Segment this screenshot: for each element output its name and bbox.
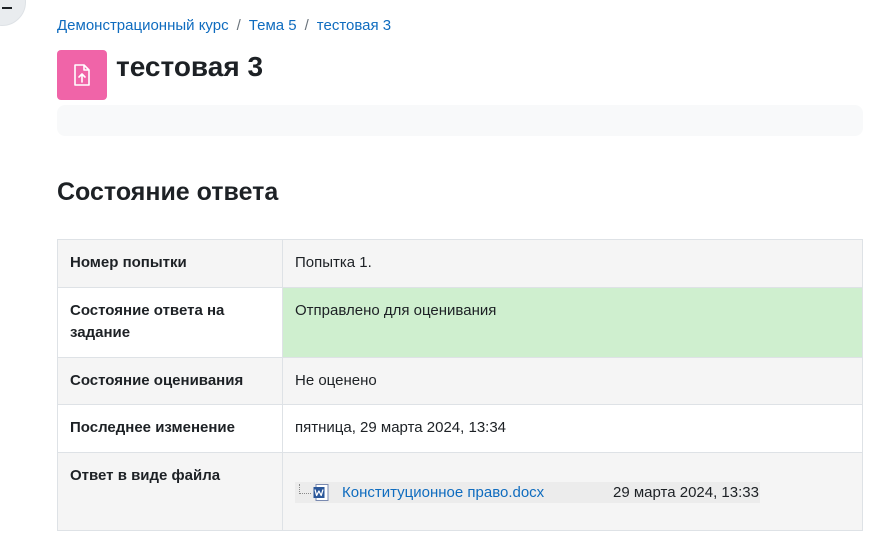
table-row: Состояние ответа на задание Отправлено д…	[57, 287, 863, 358]
minus-icon	[2, 7, 12, 9]
activity-header-bar	[57, 105, 863, 136]
file-tree-item: Конституционное право.docx 29 марта 2024…	[295, 482, 760, 503]
file-submission-label: Ответ в виде файла	[57, 452, 283, 531]
table-row: Ответ в виде файла Конституционное право…	[57, 452, 863, 531]
breadcrumb-section-link[interactable]: Тема 5	[249, 17, 297, 34]
submission-status-value: Отправлено для оценивания	[282, 287, 863, 358]
table-row: Номер попытки Попытка 1.	[57, 239, 863, 288]
table-row: Состояние оценивания Не оценено	[57, 357, 863, 405]
grading-status-value: Не оценено	[282, 357, 863, 405]
breadcrumb-separator: /	[236, 17, 241, 34]
page-header: тестовая 3	[57, 50, 263, 100]
breadcrumb-course-link[interactable]: Демонстрационный курс	[57, 17, 229, 34]
last-modified-value: пятница, 29 марта 2024, 13:34	[282, 404, 863, 453]
page-title: тестовая 3	[116, 51, 264, 82]
breadcrumb: Демонстрационный курс / Тема 5 / тестовая 3	[57, 17, 391, 35]
word-document-icon	[313, 484, 329, 501]
table-row: Последнее изменение пятница, 29 марта 20…	[57, 404, 863, 453]
file-upload-date: 29 марта 2024, 13:33	[613, 483, 759, 501]
breadcrumb-activity-link[interactable]: тестовая 3	[317, 17, 391, 34]
last-modified-label: Последнее изменение	[57, 404, 283, 453]
file-submission-value: Конституционное право.docx 29 марта 2024…	[282, 452, 863, 531]
submission-status-label: Состояние ответа на задание	[57, 287, 283, 358]
submission-status-heading: Состояние ответа	[57, 178, 279, 206]
breadcrumb-separator: /	[304, 17, 309, 34]
assignment-upload-icon	[57, 50, 107, 100]
submitted-file-link[interactable]: Конституционное право.docx	[342, 482, 544, 504]
submission-status-table: Номер попытки Попытка 1. Состояние ответ…	[57, 239, 863, 531]
drawer-toggle-button[interactable]	[0, 0, 26, 26]
grading-status-label: Состояние оценивания	[57, 357, 283, 405]
attempt-number-value: Попытка 1.	[282, 239, 863, 288]
tree-connector	[299, 484, 311, 494]
attempt-number-label: Номер попытки	[57, 239, 283, 288]
